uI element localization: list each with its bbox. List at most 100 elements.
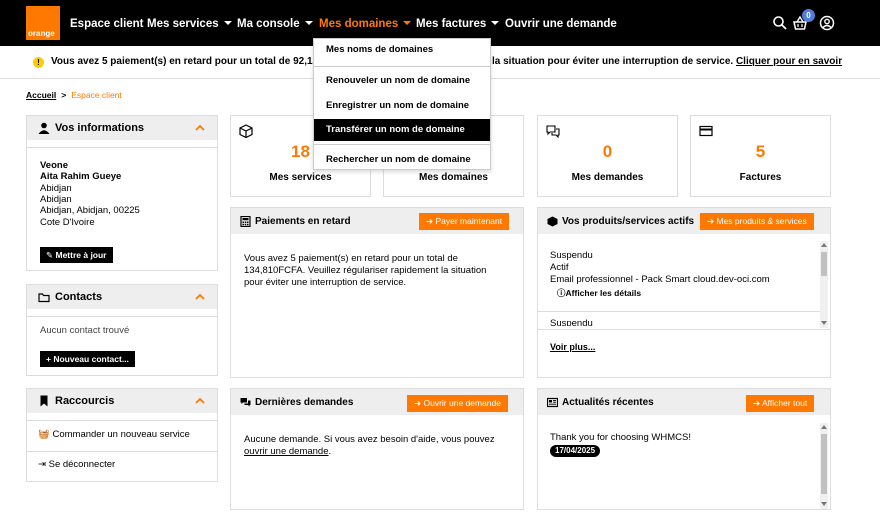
open-request-button[interactable]: ➔ Ouvrir une demande — [407, 395, 508, 412]
cube-icon — [547, 216, 558, 227]
open-request-button-label: Ouvrir une demande — [423, 398, 501, 408]
nav-ma-console[interactable]: Ma console — [237, 18, 313, 30]
basket-icon: 🧺 — [38, 429, 50, 440]
tile-invoices[interactable]: 5 Factures — [690, 115, 831, 197]
menu-divider — [314, 66, 490, 67]
info-address-line3: Abidjan, Abidjan, 00225 — [40, 205, 140, 216]
menu-divider — [314, 144, 490, 145]
late-payments-text-2: 134,810FCFA. Veuillez régulariser rapide… — [244, 265, 487, 276]
divider — [27, 420, 217, 421]
chevron-down-icon — [403, 21, 412, 25]
breadcrumb-current: Espace client — [71, 90, 122, 100]
product-details-link-label: Afficher les détails — [565, 288, 642, 298]
tile-invoices-count: 5 — [755, 142, 766, 161]
my-products-button-label: Mes produits & services — [716, 216, 807, 226]
nav-espace-client[interactable]: Espace client — [70, 18, 144, 30]
info-address-line2: Abidjan — [40, 194, 72, 205]
user-account-icon[interactable] — [819, 15, 835, 31]
requests-empty-text: Aucune demande. Si vous avez besoin d'ai… — [244, 434, 495, 445]
nav-mes-services[interactable]: Mes services — [147, 18, 232, 30]
my-products-button[interactable]: ➔ Mes produits & services — [700, 213, 814, 230]
contacts-empty-text: Aucun contact trouvé — [40, 325, 130, 336]
tile-requests-label: Mes demandes — [571, 172, 644, 183]
recent-news-title: Actualités récentes — [562, 397, 654, 408]
tile-services-label: Mes services — [269, 172, 332, 183]
latest-requests-card: Dernières demandes ➔ Ouvrir une demande … — [230, 388, 524, 510]
late-payments-title: Paiements en retard — [255, 216, 351, 227]
divider — [27, 147, 217, 148]
pay-now-button-label: Payer maintenant — [435, 216, 503, 226]
info-panel-header[interactable]: Vos informations — [27, 116, 217, 140]
chevron-up-icon[interactable] — [195, 293, 205, 300]
products-scrollbar[interactable] — [820, 241, 828, 328]
breadcrumb-separator: > — [61, 90, 67, 100]
scroll-down-icon[interactable] — [821, 502, 827, 506]
chevron-up-icon[interactable] — [195, 124, 205, 131]
product-next-status: Suspendu — [550, 318, 593, 326]
menu-item-transfer-domain[interactable]: Transférer un nom de domaine — [314, 119, 490, 141]
active-products-title: Vos produits/services actifs — [562, 216, 695, 227]
divider — [538, 311, 820, 312]
news-scrollbar[interactable] — [820, 423, 828, 509]
product-details-link[interactable]: ⓘAfficher les détails — [557, 287, 641, 299]
pay-now-button[interactable]: ➔ Payer maintenant — [419, 213, 510, 230]
info-address-line1: Abidjan — [40, 183, 72, 194]
bookmark-icon — [40, 395, 48, 407]
cart-count-badge: 0 — [802, 9, 815, 22]
alert-text-right-label: la situation pour éviter une interruptio… — [492, 56, 734, 67]
product-status-suspended: Suspendu — [550, 250, 593, 261]
nav-mes-domaines[interactable]: Mes domaines — [319, 18, 412, 30]
info-country: Cote D'Ivoire — [40, 217, 95, 228]
alert-text-right: la situation pour éviter une interruptio… — [492, 56, 842, 67]
chevron-down-icon — [491, 21, 500, 25]
tile-requests[interactable]: 0 Mes demandes — [537, 115, 678, 197]
active-products-card: Vos produits/services actifs ➔ Mes produ… — [537, 207, 831, 378]
open-request-link[interactable]: ouvrir une demande — [244, 446, 329, 457]
logout-icon: ⇥ — [38, 459, 46, 470]
see-more-link[interactable]: Voir plus... — [550, 342, 595, 352]
scroll-down-icon[interactable] — [821, 321, 827, 325]
nav-mes-factures[interactable]: Mes factures — [416, 18, 500, 30]
product-name: Email professionnel - Pack Smart cloud.d… — [550, 274, 770, 285]
newspaper-icon — [547, 397, 558, 408]
scroll-up-icon[interactable] — [821, 425, 827, 429]
credit-card-icon — [699, 125, 713, 137]
news-item-title[interactable]: Thank you for choosing WHMCS! — [550, 432, 691, 443]
menu-item-register-domain[interactable]: Enregistrer un nom de domaine — [314, 95, 490, 117]
menu-item-search-domain[interactable]: Rechercher un nom de domaine — [314, 149, 490, 171]
update-info-button[interactable]: ✎ Mettre à jour — [40, 247, 113, 263]
contacts-panel-header[interactable]: Contacts — [27, 285, 217, 309]
products-scroll-thumb[interactable] — [821, 252, 827, 276]
shortcuts-panel: Raccourcis 🧺 Commander un nouveau servic… — [26, 388, 218, 482]
show-all-news-button[interactable]: ➔ Afficher tout — [746, 395, 815, 412]
shortcuts-panel-header[interactable]: Raccourcis — [27, 389, 217, 413]
news-item-date: 17/04/2025 — [550, 445, 601, 457]
nav-mes-factures-label: Mes factures — [416, 18, 487, 30]
new-contact-button[interactable]: + Nouveau contact... — [40, 351, 135, 367]
late-payments-card: Paiements en retard ➔ Payer maintenant V… — [230, 207, 524, 378]
new-contact-button-label: Nouveau contact... — [53, 354, 129, 364]
shortcut-logout[interactable]: ⇥ Se déconnecter — [38, 459, 115, 470]
menu-item-my-domains[interactable]: Mes noms de domaines — [314, 39, 490, 61]
shortcut-order-service[interactable]: 🧺 Commander un nouveau service — [38, 429, 190, 440]
calculator-icon — [240, 216, 251, 227]
nav-ouvrir-demande[interactable]: Ouvrir une demande — [505, 18, 617, 30]
alert-learn-more-link[interactable]: Cliquer pour en savoir — [736, 56, 842, 67]
scroll-up-icon[interactable] — [821, 243, 827, 247]
orange-logo[interactable]: orange — [26, 6, 60, 40]
nav-ma-console-label: Ma console — [237, 18, 300, 30]
product-status-active: Actif — [550, 262, 569, 273]
logo-text: orange — [28, 29, 55, 38]
info-name: Aita Rahim Gueye — [40, 171, 122, 182]
news-scroll-thumb[interactable] — [821, 434, 827, 494]
search-icon[interactable] — [772, 15, 788, 31]
update-info-button-label: Mettre à jour — [55, 250, 107, 260]
comments-icon — [240, 398, 251, 407]
breadcrumb-home-link[interactable]: Accueil — [26, 90, 56, 100]
contacts-panel: Contacts Aucun contact trouvé + Nouveau … — [26, 284, 218, 376]
info-company: Veone — [40, 160, 68, 171]
chevron-down-icon — [223, 21, 232, 25]
menu-item-renew-domain[interactable]: Renouveler un nom de domaine — [314, 70, 490, 92]
chevron-up-icon[interactable] — [195, 397, 205, 404]
contacts-panel-title: Contacts — [55, 291, 103, 303]
